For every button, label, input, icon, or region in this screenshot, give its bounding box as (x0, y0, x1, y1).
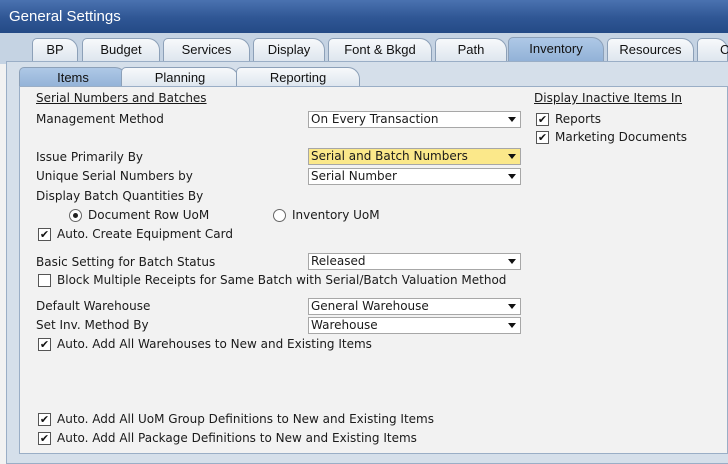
block-multiple-receipts-label: Block Multiple Receipts for Same Batch w… (57, 273, 507, 287)
default-warehouse-label: Default Warehouse (36, 299, 151, 313)
window-title: General Settings (9, 8, 121, 25)
unique-serial-by-dropdown[interactable]: Serial Number (308, 168, 521, 185)
issue-primarily-by-dropdown[interactable]: Serial and Batch Numbers (308, 148, 521, 165)
chevron-down-icon (508, 259, 516, 264)
set-inv-method-label: Set Inv. Method By (36, 318, 149, 332)
inventory-uom-label: Inventory UoM (292, 208, 380, 222)
inactive-marketing-docs-label: Marketing Documents (555, 130, 688, 144)
display-batch-qty-label: Display Batch Quantities By (36, 189, 204, 203)
basic-batch-status-label: Basic Setting for Batch Status (36, 255, 216, 269)
checkmark-icon: ✔ (537, 113, 548, 126)
auto-add-warehouses-checkbox[interactable]: ✔ (38, 338, 51, 351)
auto-create-equipment-checkbox[interactable]: ✔ (38, 228, 51, 241)
management-method-label: Management Method (36, 112, 164, 126)
chevron-down-icon (508, 154, 516, 159)
auto-add-uom-groups-checkbox[interactable]: ✔ (38, 413, 51, 426)
tab-display[interactable]: Display (253, 38, 325, 62)
tab-resources[interactable]: Resources (607, 38, 694, 62)
default-warehouse-dropdown[interactable]: General Warehouse (308, 298, 521, 315)
tab-services[interactable]: Services (163, 38, 250, 62)
tab-inventory[interactable]: Inventory (508, 37, 604, 63)
subtab-reporting[interactable]: Reporting (236, 67, 360, 87)
radio-dot-icon (73, 213, 78, 218)
auto-create-equipment-label: Auto. Create Equipment Card (57, 227, 233, 241)
document-row-uom-radio[interactable] (69, 209, 82, 222)
serial-section-title: Serial Numbers and Batches (36, 91, 207, 105)
tab-ca[interactable]: Ca (697, 38, 728, 62)
inactive-section-title: Display Inactive Items In (534, 91, 683, 105)
checkmark-icon: ✔ (39, 413, 50, 426)
chevron-down-icon (508, 323, 516, 328)
tab-font-bkgd[interactable]: Font & Bkgd (328, 38, 432, 62)
auto-add-uom-groups-label: Auto. Add All UoM Group Definitions to N… (57, 412, 434, 426)
inventory-uom-radio[interactable] (273, 209, 286, 222)
management-method-dropdown[interactable]: On Every Transaction (308, 111, 521, 128)
basic-batch-status-dropdown[interactable]: Released (308, 253, 521, 270)
auto-add-package-defs-label: Auto. Add All Package Definitions to New… (57, 431, 417, 445)
chevron-down-icon (508, 117, 516, 122)
checkmark-icon: ✔ (537, 131, 548, 144)
auto-add-warehouses-label: Auto. Add All Warehouses to New and Exis… (57, 337, 372, 351)
tab-budget[interactable]: Budget (82, 38, 160, 62)
checkmark-icon: ✔ (39, 228, 50, 241)
unique-serial-by-label: Unique Serial Numbers by (36, 169, 193, 183)
inactive-reports-label: Reports (555, 112, 602, 126)
tab-path[interactable]: Path (435, 38, 507, 62)
title-bar: General Settings (0, 0, 728, 33)
checkmark-icon: ✔ (39, 432, 50, 445)
inactive-marketing-docs-checkbox[interactable]: ✔ (536, 131, 549, 144)
set-inv-method-dropdown[interactable]: Warehouse (308, 317, 521, 334)
tab-bp[interactable]: BP (32, 38, 78, 62)
chevron-down-icon (508, 304, 516, 309)
issue-primarily-by-label: Issue Primarily By (36, 150, 144, 164)
subtab-items[interactable]: Items (19, 67, 127, 87)
inactive-reports-checkbox[interactable]: ✔ (536, 113, 549, 126)
block-multiple-receipts-checkbox[interactable] (38, 274, 51, 287)
document-row-uom-label: Document Row UoM (88, 208, 210, 222)
auto-add-package-defs-checkbox[interactable]: ✔ (38, 432, 51, 445)
chevron-down-icon (508, 174, 516, 179)
checkmark-icon: ✔ (39, 338, 50, 351)
subtab-planning[interactable]: Planning (121, 67, 239, 87)
